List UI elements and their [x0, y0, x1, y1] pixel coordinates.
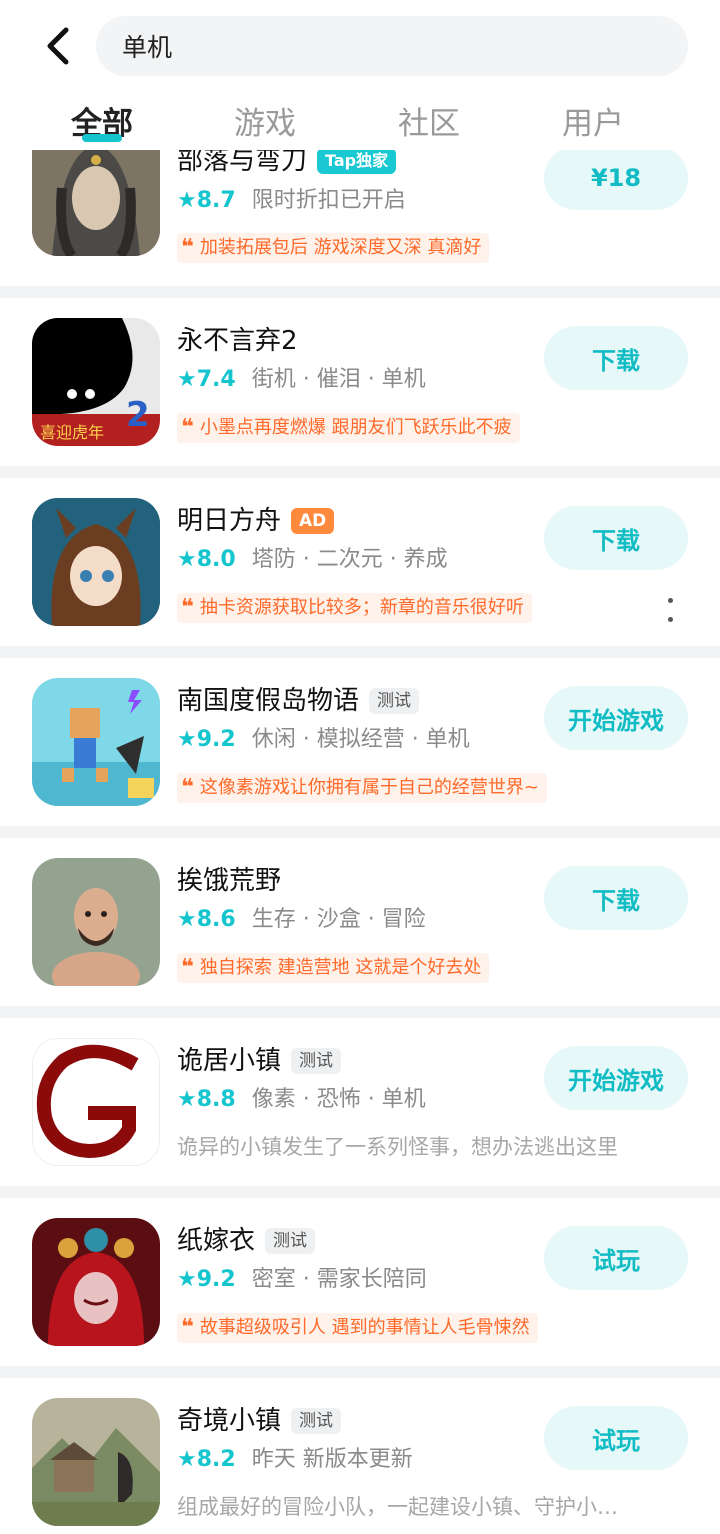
- rating: ★8.0: [177, 547, 236, 572]
- game-description: 诡异的小镇发生了一系列怪事，想办法逃出这里: [177, 1135, 618, 1159]
- rating: ★8.7: [177, 188, 236, 213]
- exclusive-badge: Tap独家: [317, 148, 397, 174]
- quote-icon: ❝: [181, 415, 194, 440]
- game-icon-aie[interactable]: [32, 858, 160, 986]
- game-meta: ★8.6 生存 · 沙盒 · 冒险: [177, 905, 426, 935]
- divider: [0, 826, 720, 838]
- game-title: 诡居小镇 测试: [177, 1044, 342, 1078]
- start-game-button[interactable]: 开始游戏: [544, 1046, 688, 1110]
- review-quote: ❝ 小墨点再度燃爆 跟朋友们飞跃乐此不疲: [177, 413, 520, 443]
- game-title: 奇境小镇 测试: [177, 1404, 342, 1438]
- quote-icon: ❝: [181, 955, 194, 980]
- review-quote: ❝ 独自探索 建造营地 这就是个好去处: [177, 953, 490, 983]
- game-title: 纸嫁衣 测试: [177, 1224, 316, 1258]
- game-meta: ★8.0 塔防 · 二次元 · 养成: [177, 545, 448, 575]
- review-quote: ❝ 故事超级吸引人 遇到的事情让人毛骨悚然: [177, 1313, 538, 1343]
- svg-text:2: 2: [126, 395, 150, 435]
- test-badge: 测试: [291, 1408, 342, 1434]
- tab-games[interactable]: 游戏: [205, 98, 325, 143]
- game-tags: 昨天 新版本更新: [251, 1447, 413, 1472]
- game-title: 明日方舟 AD: [177, 504, 335, 538]
- divider: [0, 646, 720, 658]
- back-button[interactable]: [36, 24, 80, 68]
- test-badge: 测试: [265, 1228, 316, 1254]
- game-description: 组成最好的冒险小队，一起建设小镇、守护小…: [177, 1495, 618, 1519]
- game-icon-zhijiayi[interactable]: [32, 1218, 160, 1346]
- quote-icon: ❝: [181, 595, 194, 620]
- game-icon-nanguodujia[interactable]: [32, 678, 160, 806]
- search-header: 单机 全部 游戏 社区 用户: [0, 0, 720, 150]
- game-tags: 限时折扣已开启: [251, 188, 406, 213]
- game-list: 部落与弯刀 Tap独家 ★8.7 限时折扣已开启 ❝ 加装拓展包后 游戏深度又深…: [0, 0, 720, 1534]
- game-tags: 像素 · 恐怖 · 单机: [251, 1087, 426, 1112]
- download-button[interactable]: 下载: [544, 326, 688, 390]
- game-card[interactable]: 纸嫁衣 测试 ★9.2 密室 · 需家长陪同 ❝ 故事超级吸引人 遇到的事情让人…: [0, 1198, 720, 1366]
- trial-button[interactable]: 试玩: [544, 1226, 688, 1290]
- review-quote: ❝ 抽卡资源获取比较多；新章的音乐很好听: [177, 593, 532, 623]
- quote-icon: ❝: [181, 1315, 194, 1340]
- rating: ★9.2: [177, 727, 236, 752]
- more-options-icon[interactable]: [664, 598, 676, 622]
- rating: ★8.6: [177, 907, 236, 932]
- game-tags: 休闲 · 模拟经营 · 单机: [251, 727, 470, 752]
- back-arrow-icon: [47, 27, 69, 65]
- game-icon-qijing[interactable]: [32, 1398, 160, 1526]
- price-button[interactable]: ¥18: [544, 146, 688, 210]
- game-meta: ★9.2 密室 · 需家长陪同: [177, 1265, 427, 1295]
- category-tabs: 全部 游戏 社区 用户: [0, 98, 720, 150]
- game-meta: ★7.4 街机 · 催泪 · 单机: [177, 365, 426, 395]
- test-badge: 测试: [369, 688, 420, 714]
- game-card[interactable]: 南国度假岛物语 测试 ★9.2 休闲 · 模拟经营 · 单机 ❝ 这像素游戏让你…: [0, 658, 720, 826]
- trial-button[interactable]: 试玩: [544, 1406, 688, 1470]
- game-tags: 密室 · 需家长陪同: [251, 1267, 427, 1292]
- game-title: 南国度假岛物语 测试: [177, 684, 420, 718]
- game-meta: ★8.2 昨天 新版本更新: [177, 1445, 413, 1475]
- rating: ★8.8: [177, 1087, 236, 1112]
- game-card[interactable]: 挨饿荒野 ★8.6 生存 · 沙盒 · 冒险 ❝ 独自探索 建造营地 这就是个好…: [0, 838, 720, 1006]
- quote-icon: ❝: [181, 775, 194, 800]
- divider: [0, 286, 720, 298]
- rating: ★8.2: [177, 1447, 236, 1472]
- game-icon-mingrifangzhou[interactable]: [32, 498, 160, 626]
- start-game-button[interactable]: 开始游戏: [544, 686, 688, 750]
- game-card[interactable]: 奇境小镇 测试 ★8.2 昨天 新版本更新 组成最好的冒险小队，一起建设小镇、守…: [0, 1378, 720, 1534]
- search-input[interactable]: 单机: [96, 16, 688, 76]
- tab-users[interactable]: 用户: [533, 98, 653, 143]
- review-quote: ❝ 这像素游戏让你拥有属于自己的经营世界~: [177, 773, 548, 803]
- game-tags: 生存 · 沙盒 · 冒险: [251, 907, 426, 932]
- game-title: 挨饿荒野: [177, 866, 282, 896]
- search-results-page: 部落与弯刀 Tap独家 ★8.7 限时折扣已开启 ❝ 加装拓展包后 游戏深度又深…: [0, 0, 720, 1534]
- tab-community[interactable]: 社区: [369, 98, 489, 143]
- divider: [0, 1186, 720, 1198]
- game-icon-yongbuyanqi[interactable]: 喜迎虎年 2: [32, 318, 160, 446]
- game-icon-guiju[interactable]: [32, 1038, 160, 1166]
- download-button[interactable]: 下载: [544, 866, 688, 930]
- game-card[interactable]: 喜迎虎年 2 永不言弃2 ★7.4 街机 · 催泪 · 单机 ❝ 小墨点再度燃爆…: [0, 298, 720, 466]
- game-tags: 街机 · 催泪 · 单机: [251, 367, 426, 392]
- active-tab-indicator: [82, 134, 122, 142]
- quote-icon: ❝: [181, 235, 194, 260]
- divider: [0, 1366, 720, 1378]
- search-query: 单机: [122, 33, 173, 62]
- review-quote: ❝ 加装拓展包后 游戏深度又深 真滴好: [177, 233, 490, 263]
- divider: [0, 466, 720, 478]
- game-meta: ★8.7 限时折扣已开启: [177, 186, 406, 216]
- test-badge: 测试: [291, 1048, 342, 1074]
- game-card[interactable]: 明日方舟 AD ★8.0 塔防 · 二次元 · 养成 ❝ 抽卡资源获取比较多；新…: [0, 478, 720, 646]
- game-meta: ★9.2 休闲 · 模拟经营 · 单机: [177, 725, 470, 755]
- svg-text:喜迎虎年: 喜迎虎年: [40, 423, 104, 442]
- game-card[interactable]: 部落与弯刀 Tap独家 ★8.7 限时折扣已开启 ❝ 加装拓展包后 游戏深度又深…: [0, 128, 720, 286]
- download-button[interactable]: 下载: [544, 506, 688, 570]
- ad-badge: AD: [291, 508, 335, 534]
- rating: ★7.4: [177, 367, 236, 392]
- rating: ★9.2: [177, 1267, 236, 1292]
- game-title: 永不言弃2: [177, 326, 298, 356]
- divider: [0, 1006, 720, 1018]
- game-card[interactable]: 诡居小镇 测试 ★8.8 像素 · 恐怖 · 单机 诡异的小镇发生了一系列怪事，…: [0, 1018, 720, 1186]
- game-meta: ★8.8 像素 · 恐怖 · 单机: [177, 1085, 426, 1115]
- game-tags: 塔防 · 二次元 · 养成: [251, 547, 448, 572]
